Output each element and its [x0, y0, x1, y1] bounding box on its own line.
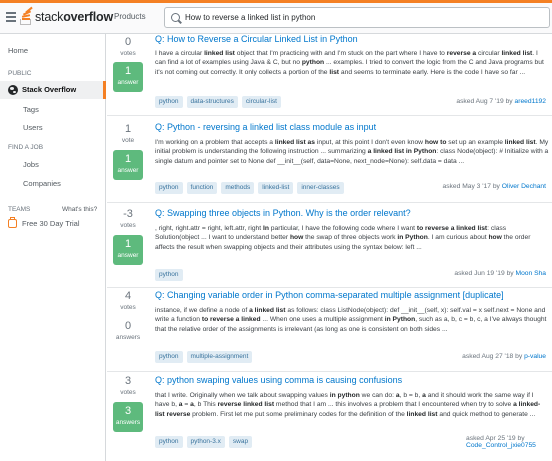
user-link[interactable]: Oliver Dechant: [502, 183, 546, 190]
question-title-link[interactable]: Q: Python - reversing a linked list clas…: [155, 122, 376, 132]
sidebar-heading-teams: TEAMS: [8, 206, 31, 213]
question-title-link[interactable]: Q: Swapping three objects in Python. Why…: [155, 208, 411, 218]
tag-list: python function methods linked-list inner-cl…: [155, 182, 344, 194]
tag-circular-list[interactable]: circular-list: [241, 96, 281, 108]
question-title-link[interactable]: Q: How to Reverse a Circular Linked List…: [155, 34, 358, 44]
tag-methods[interactable]: methods: [221, 182, 255, 194]
answer-label: answer: [117, 167, 139, 174]
sidebar-item-stack-overflow[interactable]: Stack Overflow: [0, 81, 106, 99]
sidebar-item-companies[interactable]: Companies: [23, 179, 61, 188]
tag-inner-classes[interactable]: inner-classes: [297, 182, 344, 194]
answer-count: 3: [124, 405, 132, 417]
question-excerpt: I have a circular linked list object tha…: [155, 50, 544, 76]
user-link[interactable]: p-value: [524, 353, 546, 360]
vote-label: votes: [120, 304, 136, 311]
asked-info: asked Jun 19 '19 by Moon Sha: [454, 270, 546, 277]
question-title-link[interactable]: Q: Changing variable order in Python com…: [155, 290, 504, 300]
vote-label: votes: [120, 222, 136, 229]
vote-label: vote: [121, 137, 135, 144]
asked-info: asked Apr 25 '19 by Code_Control_jxie0755: [466, 435, 536, 449]
search-box[interactable]: [164, 7, 550, 28]
tag-data-structures[interactable]: data-structures: [186, 96, 238, 108]
logo-text: stackoverflow: [35, 10, 113, 24]
asked-info: asked Aug 7 '19 by areed1192: [456, 98, 546, 105]
vote-count: 1: [124, 123, 132, 135]
tag-python-3.x[interactable]: python-3.x: [186, 436, 225, 448]
search-icon: [171, 13, 180, 22]
user-link[interactable]: Code_Control_jxie0755: [466, 442, 536, 449]
sidebar-heading-public: PUBLIC: [8, 70, 32, 77]
stackoverflow-logo-icon: [19, 6, 33, 26]
question-excerpt: , right, right.attr = right, left.attr, …: [155, 225, 531, 251]
user-link[interactable]: Moon Sha: [516, 270, 547, 277]
answer-label: answer: [117, 79, 139, 86]
tag-python[interactable]: python: [155, 351, 183, 363]
sidebar-item-jobs[interactable]: Jobs: [23, 160, 39, 169]
tag-python[interactable]: python: [155, 96, 183, 108]
answer-label: answer: [117, 252, 139, 259]
question-excerpt: I'm working on a problem that accepts a …: [155, 139, 549, 165]
answer-count-badge: 3 answers: [113, 402, 143, 432]
hamburger-menu-icon[interactable]: [6, 12, 16, 24]
vote-label: votes: [120, 389, 136, 396]
question-summary: 3 votes 3 answers Q: python swaping valu…: [107, 372, 552, 461]
answer-label: answers: [115, 419, 141, 426]
answer-count-badge: 1 answer: [113, 235, 143, 265]
tag-multiple-assignment[interactable]: multiple-assignment: [186, 351, 253, 363]
tag-list: python data-structures circular-list: [155, 96, 281, 108]
top-bar: stackoverflow Products: [0, 0, 552, 34]
answer-count: 1: [124, 238, 132, 250]
search-input[interactable]: [185, 10, 545, 25]
question-summary: -3 votes 1 answer Q: Swapping three obje…: [107, 206, 552, 288]
vote-count: 4: [124, 290, 132, 302]
answer-count: 1: [124, 153, 132, 165]
question-excerpt: that I write. Originally when we talk ab…: [155, 392, 541, 418]
sidebar-item-users[interactable]: Users: [23, 123, 43, 132]
left-sidebar: Home PUBLIC Stack Overflow Tags Users FI…: [0, 34, 106, 461]
sidebar-item-home[interactable]: Home: [8, 46, 28, 55]
tag-linked-list[interactable]: linked-list: [258, 182, 294, 194]
answer-count-badge: 1 answer: [113, 62, 143, 92]
free-trial-label: Free 30 Day Trial: [22, 219, 80, 228]
tag-python[interactable]: python: [155, 269, 183, 281]
tag-python[interactable]: python: [155, 182, 183, 194]
stackoverflow-logo[interactable]: stackoverflow: [19, 6, 113, 26]
tag-list: python multiple-assignment: [155, 351, 253, 363]
briefcase-icon: [8, 217, 17, 228]
question-summary: 0 votes 1 answer Q: How to Reverse a Cir…: [107, 34, 552, 116]
answer-count: 1: [124, 65, 132, 77]
sidebar-item-tags[interactable]: Tags: [23, 105, 39, 114]
products-menu[interactable]: Products: [114, 12, 146, 21]
tag-python[interactable]: python: [155, 436, 183, 448]
tag-swap[interactable]: swap: [228, 436, 253, 448]
answer-count-badge: 1 answer: [113, 150, 143, 180]
user-link[interactable]: areed1192: [515, 98, 546, 105]
whats-this-link[interactable]: What's this?: [62, 206, 97, 213]
answer-label: answers: [115, 334, 141, 341]
vote-count: 3: [124, 375, 132, 387]
tag-list: python: [155, 269, 183, 281]
vote-count: -3: [123, 208, 133, 220]
asked-info: asked Aug 27 '18 by p-value: [462, 353, 546, 360]
vote-label: votes: [120, 50, 136, 57]
question-summary: 1 vote 1 answer Q: Python - reversing a …: [107, 121, 552, 203]
vote-count: 0: [124, 36, 132, 48]
question-summary: 4 votes 0 answers Q: Changing variable o…: [107, 288, 552, 372]
globe-icon: [8, 85, 18, 95]
sidebar-item-label: Stack Overflow: [22, 85, 77, 94]
asked-info: asked May 3 '17 by Oliver Dechant: [442, 183, 546, 190]
question-excerpt: instance, if we define a node of a linke…: [155, 307, 547, 333]
tag-list: python python-3.x swap: [155, 436, 253, 448]
answer-count-badge: 0 answers: [113, 317, 143, 347]
free-trial-link[interactable]: Free 30 Day Trial: [8, 217, 80, 228]
sidebar-heading-find-a-job: FIND A JOB: [8, 144, 44, 151]
question-title-link[interactable]: Q: python swaping values using comma is …: [155, 375, 402, 385]
tag-function[interactable]: function: [186, 182, 218, 194]
answer-count: 0: [124, 320, 132, 332]
